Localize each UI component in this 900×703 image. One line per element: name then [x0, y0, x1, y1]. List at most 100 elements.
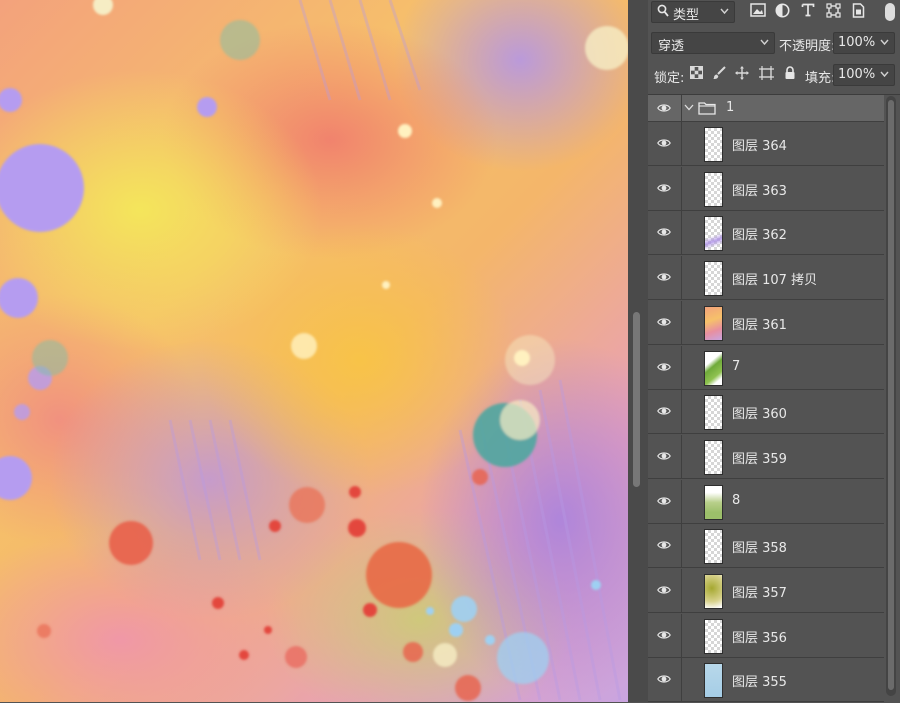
opacity-input[interactable]: 100% — [833, 32, 895, 54]
layer-name: 图层 361 — [732, 317, 787, 333]
layer-row[interactable]: 图层 361 — [648, 300, 884, 345]
image-filter-icon[interactable] — [749, 3, 767, 21]
layer-name: 图层 362 — [732, 228, 787, 244]
layer-thumbnail — [704, 127, 723, 162]
layer-name: 图层 360 — [732, 407, 787, 423]
filter-toggle-switch[interactable] — [885, 3, 895, 21]
eye-icon[interactable] — [657, 270, 671, 284]
visibility-cell[interactable] — [648, 122, 682, 165]
layer-name: 图层 364 — [732, 139, 787, 154]
filter-kind-label: 类型 — [673, 8, 700, 23]
eye-icon[interactable] — [657, 181, 671, 195]
eye-icon[interactable] — [657, 583, 671, 597]
layer-row[interactable]: 图层 364 — [648, 122, 884, 166]
layer-thumbnail — [704, 618, 723, 654]
layer-row[interactable]: 图层 107 拷贝 — [648, 256, 884, 301]
layer-row[interactable]: 8 — [648, 479, 884, 524]
layer-thumbnail — [704, 216, 723, 252]
visibility-cell[interactable] — [648, 256, 682, 300]
canvas-artwork — [0, 0, 628, 701]
layer-row[interactable]: 图层 362 — [648, 211, 884, 256]
visibility-cell[interactable] — [648, 300, 682, 344]
layers-panel: 类型 穿透 不透明度: 100% 锁定: 填充: 100% 1 图层 364 图… — [648, 0, 900, 703]
layer-name: 7 — [732, 358, 741, 374]
visibility-cell[interactable] — [648, 613, 682, 657]
layer-name: 图层 355 — [732, 675, 787, 691]
filter-kind-select[interactable]: 类型 — [651, 1, 735, 23]
layers-list: 1 图层 364 图层 363 图层 362 图层 107 拷贝 图层 361 7 图层 36… — [648, 94, 900, 703]
layer-name: 图层 358 — [732, 541, 787, 557]
layer-thumbnail — [704, 261, 723, 297]
lock-artboard-icon[interactable] — [758, 66, 774, 82]
chevron-down-icon[interactable] — [880, 35, 889, 52]
layers-scrollbar[interactable] — [886, 96, 896, 696]
eye-icon[interactable] — [657, 101, 671, 115]
visibility-cell[interactable] — [648, 345, 682, 389]
layer-row[interactable]: 图层 357 — [648, 569, 884, 613]
visibility-cell[interactable] — [648, 569, 682, 612]
visibility-cell[interactable] — [648, 166, 682, 210]
opacity-label: 不透明度: — [779, 39, 836, 54]
eye-icon[interactable] — [657, 360, 671, 374]
layer-name: 图层 107 拷贝 — [732, 273, 818, 289]
blend-mode-value: 穿透 — [658, 39, 685, 54]
visibility-cell[interactable] — [648, 95, 682, 121]
layer-thumbnail — [704, 305, 723, 341]
eye-icon[interactable] — [657, 225, 671, 239]
layer-thumbnail — [704, 574, 723, 609]
opacity-value: 100% — [838, 35, 876, 50]
layer-row[interactable]: 图层 356 — [648, 613, 884, 658]
layer-name: 图层 359 — [732, 451, 787, 467]
layer-thumbnail — [704, 350, 723, 386]
layer-thumbnail — [704, 171, 723, 207]
fill-value: 100% — [838, 67, 876, 82]
layer-row[interactable]: 7 — [648, 345, 884, 390]
layer-name: 图层 363 — [732, 183, 787, 199]
eye-icon[interactable] — [657, 315, 671, 329]
visibility-cell[interactable] — [648, 658, 682, 702]
layer-thumbnail — [704, 439, 723, 475]
visibility-cell[interactable] — [648, 524, 682, 568]
visibility-cell[interactable] — [648, 479, 682, 523]
fill-input[interactable]: 100% — [833, 64, 895, 86]
visibility-cell[interactable] — [648, 390, 682, 434]
eye-icon[interactable] — [657, 136, 671, 150]
canvas-scroll-thumb[interactable] — [633, 312, 640, 487]
lock-all-icon[interactable] — [782, 66, 798, 82]
eye-icon[interactable] — [657, 538, 671, 552]
layer-thumbnail — [704, 529, 723, 565]
type-filter-icon[interactable] — [799, 3, 817, 21]
fill-label: 填充: — [805, 71, 836, 86]
eye-icon[interactable] — [657, 404, 671, 418]
layer-group-name: 1 — [726, 100, 735, 115]
canvas-vertical-scrollbar[interactable] — [628, 0, 648, 702]
layer-row[interactable]: 图层 359 — [648, 434, 884, 479]
lock-transparency-icon[interactable] — [688, 66, 704, 82]
layer-group-row[interactable]: 1 — [648, 95, 884, 122]
document-canvas[interactable] — [0, 0, 628, 702]
lock-position-move-icon[interactable] — [734, 66, 750, 82]
lock-pixels-brush-icon[interactable] — [711, 66, 727, 82]
chevron-down-icon[interactable] — [684, 100, 694, 117]
eye-icon[interactable] — [657, 672, 671, 686]
visibility-cell[interactable] — [648, 434, 682, 478]
shape-filter-icon[interactable] — [824, 3, 842, 21]
lock-options-bar: 锁定: 填充: 100% — [648, 63, 900, 87]
layer-row[interactable]: 图层 355 — [648, 658, 884, 703]
eye-icon[interactable] — [657, 628, 671, 642]
eye-icon[interactable] — [657, 494, 671, 508]
chevron-down-icon[interactable] — [880, 67, 889, 84]
layers-scroll-thumb[interactable] — [888, 100, 894, 690]
layer-row[interactable]: 图层 360 — [648, 390, 884, 435]
visibility-cell[interactable] — [648, 211, 682, 255]
eye-icon[interactable] — [657, 449, 671, 463]
chevron-down-icon — [760, 35, 769, 52]
layer-row[interactable]: 图层 358 — [648, 524, 884, 569]
lock-label: 锁定: — [654, 71, 685, 86]
layer-filter-bar: 类型 — [648, 0, 900, 26]
smart-object-filter-icon[interactable] — [849, 3, 867, 21]
folder-icon — [698, 101, 716, 119]
blend-mode-select[interactable]: 穿透 — [651, 32, 775, 54]
adjustment-filter-icon[interactable] — [773, 3, 791, 21]
layer-row[interactable]: 图层 363 — [648, 166, 884, 211]
